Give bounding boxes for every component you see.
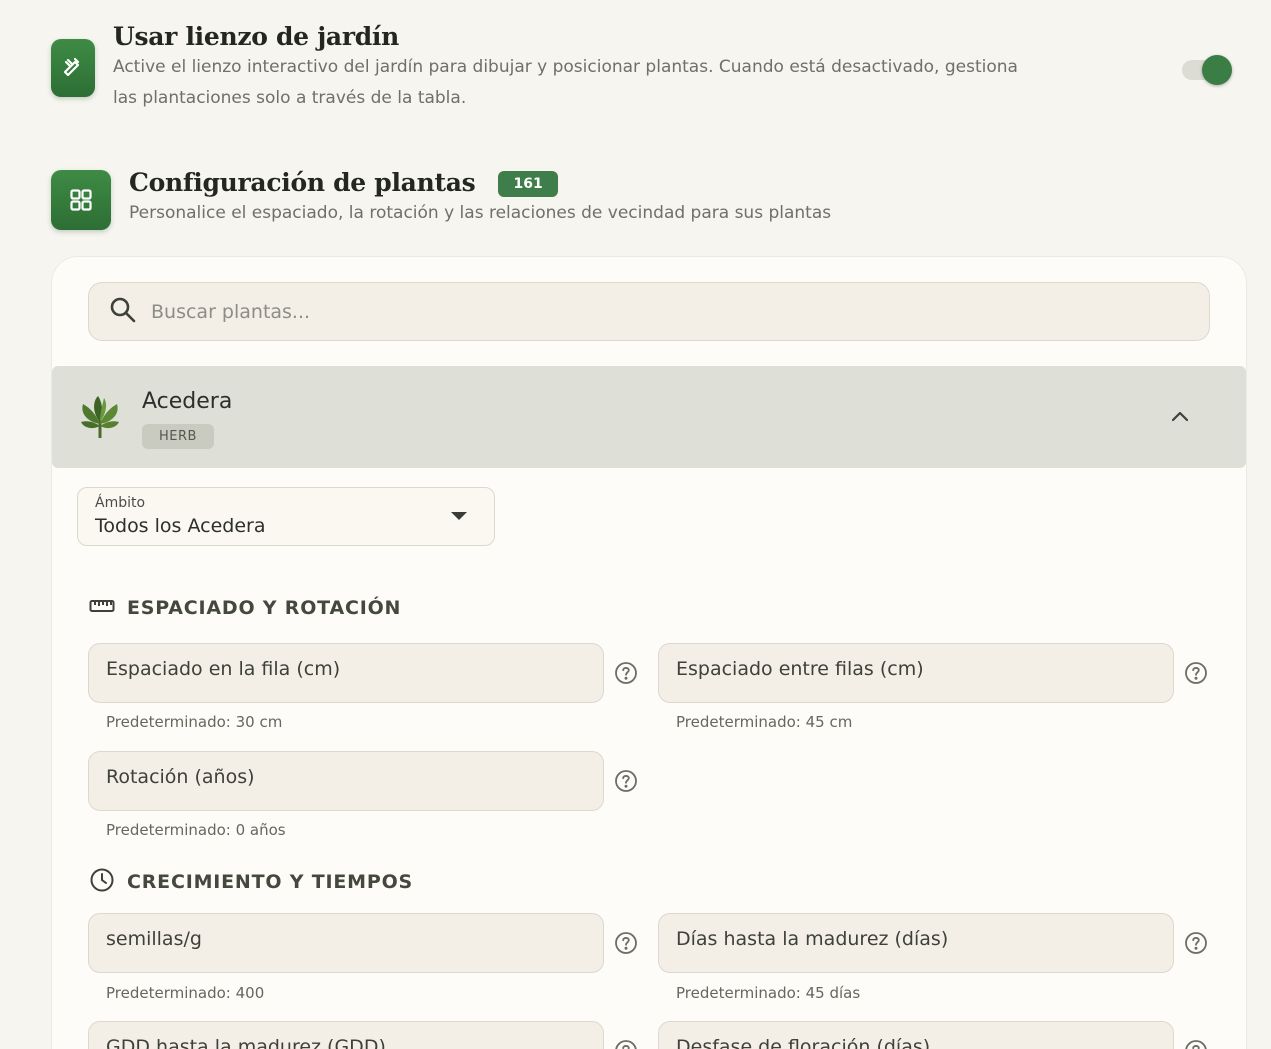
field-label: Días hasta la madurez (días) <box>676 928 949 950</box>
growth-section-header: CRECIMIENTO Y TIEMPOS <box>89 867 413 897</box>
help-icon[interactable] <box>614 661 638 685</box>
plant-name: Acedera <box>142 389 233 414</box>
help-icon[interactable] <box>1184 661 1208 685</box>
field-label: Rotación (años) <box>106 766 255 788</box>
growth-section-title: CRECIMIENTO Y TIEMPOS <box>127 871 414 893</box>
spacing-section-header: ESPACIADO Y ROTACIÓN <box>89 597 401 619</box>
search-placeholder: Buscar plantas... <box>151 300 311 323</box>
canvas-setting-row: Usar lienzo de jardín Active el lienzo i… <box>51 22 1018 114</box>
gdd-to-maturity-field[interactable]: GDD hasta la madurez (GDD) <box>88 1021 604 1049</box>
field-hint: Predeterminado: 45 días <box>676 984 861 1002</box>
chevron-up-icon[interactable] <box>1170 406 1190 430</box>
field-hint: Predeterminado: 45 cm <box>676 713 853 731</box>
help-icon[interactable] <box>614 1039 638 1049</box>
field-label: Espaciado en la fila (cm) <box>106 658 341 680</box>
spacing-section-title: ESPACIADO Y ROTACIÓN <box>127 597 402 619</box>
grid-icon <box>51 170 111 230</box>
field-hint: Predeterminado: 30 cm <box>106 713 283 731</box>
help-icon[interactable] <box>614 769 638 793</box>
sorrel-plant-icon <box>78 394 122 444</box>
days-to-maturity-field[interactable]: Días hasta la madurez (días) <box>658 913 1174 973</box>
scope-label: Ámbito <box>95 495 146 511</box>
flowering-offset-field[interactable]: Desfase de floración (días) <box>658 1021 1174 1049</box>
plant-category-badge: HERB <box>142 424 214 449</box>
help-icon[interactable] <box>1184 931 1208 955</box>
canvas-setting-description-line2: las plantaciones solo a través de la tab… <box>113 88 467 108</box>
search-input[interactable]: Buscar plantas... <box>88 282 1210 341</box>
plant-config-header: Configuración de plantas 161 Personalice… <box>51 168 831 230</box>
ruler-icon <box>89 598 115 618</box>
field-label: Desfase de floración (días) <box>676 1036 931 1049</box>
field-hint: Predeterminado: 0 años <box>106 821 286 839</box>
scope-value: Todos los Acedera <box>95 515 266 537</box>
plant-config-subtitle: Personalice el espaciado, la rotación y … <box>129 202 832 223</box>
field-hint: Predeterminado: 400 <box>106 984 265 1002</box>
help-icon[interactable] <box>1184 1039 1208 1049</box>
canvas-setting-description: Active el lienzo interactivo del jardín … <box>113 52 1018 114</box>
clock-icon <box>89 867 115 897</box>
field-label: GDD hasta la madurez (GDD) <box>106 1036 386 1049</box>
between-rows-spacing-field[interactable]: Espaciado entre filas (cm) <box>658 643 1174 703</box>
toggle-knob <box>1202 55 1232 85</box>
pencil-ruler-icon <box>51 39 95 97</box>
help-icon[interactable] <box>614 931 638 955</box>
scope-select[interactable]: Ámbito Todos los Acedera <box>77 487 495 546</box>
search-icon <box>109 296 137 328</box>
seeds-per-gram-field[interactable]: semillas/g <box>88 913 604 973</box>
caret-down-icon <box>451 512 467 520</box>
canvas-setting-title: Usar lienzo de jardín <box>113 22 399 51</box>
plant-count-badge: 161 <box>498 170 558 197</box>
field-label: semillas/g <box>106 928 202 950</box>
field-label: Espaciado entre filas (cm) <box>676 658 924 680</box>
canvas-setting-description-line1: Active el lienzo interactivo del jardín … <box>113 57 1018 77</box>
canvas-toggle[interactable] <box>1182 55 1234 85</box>
plant-config-title: Configuración de plantas <box>129 168 476 197</box>
in-row-spacing-field[interactable]: Espaciado en la fila (cm) <box>88 643 604 703</box>
rotation-field[interactable]: Rotación (años) <box>88 751 604 811</box>
plant-row-acedera[interactable]: Acedera HERB <box>52 366 1246 468</box>
